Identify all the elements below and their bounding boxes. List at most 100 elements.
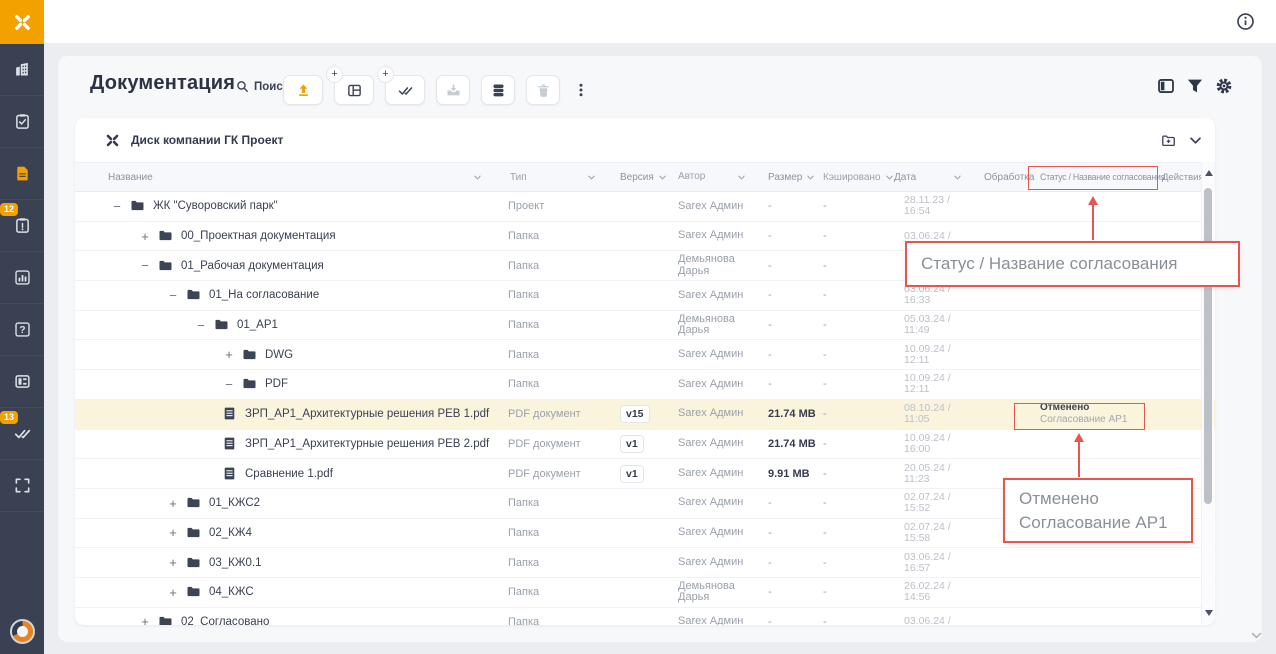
type-cell: Папка: [508, 497, 620, 509]
header-actions: [1157, 77, 1233, 95]
name-cell: Сравнение 1.pdf: [93, 466, 508, 482]
size-cell: -: [768, 349, 823, 361]
scroll-down-arrow-icon[interactable]: [1205, 610, 1213, 616]
column-header-8[interactable]: Обработка: [984, 172, 1036, 183]
add-folder-button[interactable]: [1161, 133, 1176, 148]
name-cell: +DWG: [93, 347, 508, 363]
table-row[interactable]: −01_АР1ПапкаДемьянова Дарья--05.03.24 /1…: [75, 311, 1215, 341]
sort-chevron-down-icon: [587, 173, 596, 182]
tree-expander[interactable]: −: [110, 199, 124, 214]
size-cell: 21.74 MB: [768, 408, 823, 420]
table-row[interactable]: +04_КЖСПапкаДемьянова Дарья--26.02.24 /1…: [75, 578, 1215, 608]
tree-expander[interactable]: +: [138, 614, 152, 625]
folder-icon: [186, 287, 202, 303]
item-name: 03_КЖ0.1: [209, 557, 262, 569]
table-row[interactable]: −ЖК "Суворовский парк"ПроектSarex Админ-…: [75, 192, 1215, 222]
question-icon: ?: [14, 321, 31, 338]
author-cell: Sarex Админ: [678, 379, 768, 391]
sidebar-item-fullscreen[interactable]: [0, 460, 44, 512]
tree-expander[interactable]: −: [194, 318, 208, 333]
page-scroll-chevron-down-icon[interactable]: [1250, 629, 1263, 642]
cached-cell: -: [823, 200, 894, 212]
more-button[interactable]: [571, 75, 591, 105]
tree-expander[interactable]: +: [222, 347, 236, 362]
table-row[interactable]: ЗРП_АР1_Архитектурные решения РЕВ 1.pdfP…: [75, 400, 1215, 430]
type-cell: Папка: [508, 378, 620, 390]
vertical-scrollbar[interactable]: [1201, 162, 1214, 624]
table-row[interactable]: ЗРП_АР1_Архитектурные решения РЕВ 2.pdfP…: [75, 430, 1215, 460]
tree-expander[interactable]: −: [166, 288, 180, 303]
sidebar-item-registry[interactable]: [0, 356, 44, 408]
tree-expander[interactable]: +: [166, 555, 180, 570]
column-header-6[interactable]: Кэшировано: [823, 172, 894, 183]
column-header-1[interactable]: Название: [93, 172, 508, 183]
sidebar: 12? 13: [0, 44, 44, 654]
column-header-3[interactable]: Версия: [620, 172, 678, 183]
search-button[interactable]: Поиск: [236, 80, 289, 93]
size-cell: -: [768, 230, 823, 242]
delete-button[interactable]: [526, 75, 560, 105]
user-avatar[interactable]: [10, 619, 35, 644]
collapse-button[interactable]: [1188, 133, 1203, 148]
cached-cell: -: [823, 260, 894, 272]
upload-button[interactable]: [283, 75, 323, 105]
filter-button[interactable]: [1186, 77, 1204, 95]
sidebar-item-help[interactable]: ?: [0, 304, 44, 356]
app-logo[interactable]: [0, 0, 44, 44]
info-icon[interactable]: [1236, 12, 1255, 31]
document-icon: [14, 165, 31, 182]
tree-expander[interactable]: −: [138, 258, 152, 273]
table-icon: [347, 83, 362, 98]
date-cell: 10.09.24 /12:11: [894, 344, 984, 366]
tree-expander[interactable]: +: [166, 496, 180, 511]
scroll-up-arrow-icon[interactable]: [1205, 170, 1213, 176]
tree-expander[interactable]: +: [138, 229, 152, 244]
column-header-2[interactable]: Тип: [508, 172, 620, 183]
column-header-9[interactable]: Статус / Название согласования: [1036, 172, 1160, 182]
sidebar-item-tasks[interactable]: [0, 96, 44, 148]
clipboard-alert-icon: [14, 217, 31, 234]
column-header-10[interactable]: Действия: [1160, 172, 1202, 183]
type-cell: Папка: [508, 349, 620, 361]
column-header-7[interactable]: Дата: [894, 172, 984, 183]
name-cell: +01_КЖС2: [93, 495, 508, 511]
table-row[interactable]: −PDFПапкаSarex Админ--10.09.24 /12:11: [75, 370, 1215, 400]
tree-expander[interactable]: +: [166, 525, 180, 540]
table-row[interactable]: +03_КЖ0.1ПапкаSarex Админ--03.06.24 /16:…: [75, 548, 1215, 578]
scrollbar-thumb[interactable]: [1204, 188, 1212, 504]
sidebar-item-objects[interactable]: [0, 44, 44, 96]
author-cell: Sarex Админ: [678, 557, 768, 569]
size-cell: -: [768, 378, 823, 390]
column-header-4[interactable]: Автор: [678, 171, 768, 183]
cached-cell: -: [823, 586, 894, 598]
size-cell: -: [768, 527, 823, 539]
layout-button[interactable]: [1157, 77, 1175, 95]
sidebar-item-analytics[interactable]: [0, 252, 44, 304]
storage-button[interactable]: [481, 75, 515, 105]
sidebar-item-approvals[interactable]: 13: [0, 408, 44, 460]
tree-expander[interactable]: +: [166, 585, 180, 600]
sidebar-badge: 13: [0, 411, 18, 424]
table-row[interactable]: +DWGПапкаSarex Админ--10.09.24 /12:11: [75, 340, 1215, 370]
create-table-button[interactable]: +: [334, 75, 374, 105]
name-cell: +02_Согласовано: [93, 614, 508, 625]
version-badge: v15: [620, 405, 650, 423]
sort-chevron-down-icon: [885, 173, 894, 182]
table-row[interactable]: +02_СогласованоПапкаSarex Админ--03.06.2…: [75, 608, 1215, 625]
type-cell: Проект: [508, 200, 620, 212]
folder-icon: [214, 317, 230, 333]
date-cell: 10.09.24 /16:00: [894, 433, 984, 455]
item-name: 01_КЖС2: [209, 497, 260, 509]
column-header-5[interactable]: Размер: [768, 172, 823, 183]
receive-button[interactable]: [436, 75, 470, 105]
sidebar-item-documents[interactable]: [0, 148, 44, 200]
name-cell: −01_АР1: [93, 317, 508, 333]
page-title: Документация: [90, 72, 235, 95]
create-approval-button[interactable]: +: [385, 75, 425, 105]
upload-icon: [296, 83, 311, 98]
tree-expander[interactable]: −: [222, 377, 236, 392]
sidebar-item-prescriptions[interactable]: 12: [0, 200, 44, 252]
settings-button[interactable]: [1215, 77, 1233, 95]
item-name: 04_КЖС: [209, 586, 254, 598]
bar-chart-icon: [14, 269, 31, 286]
